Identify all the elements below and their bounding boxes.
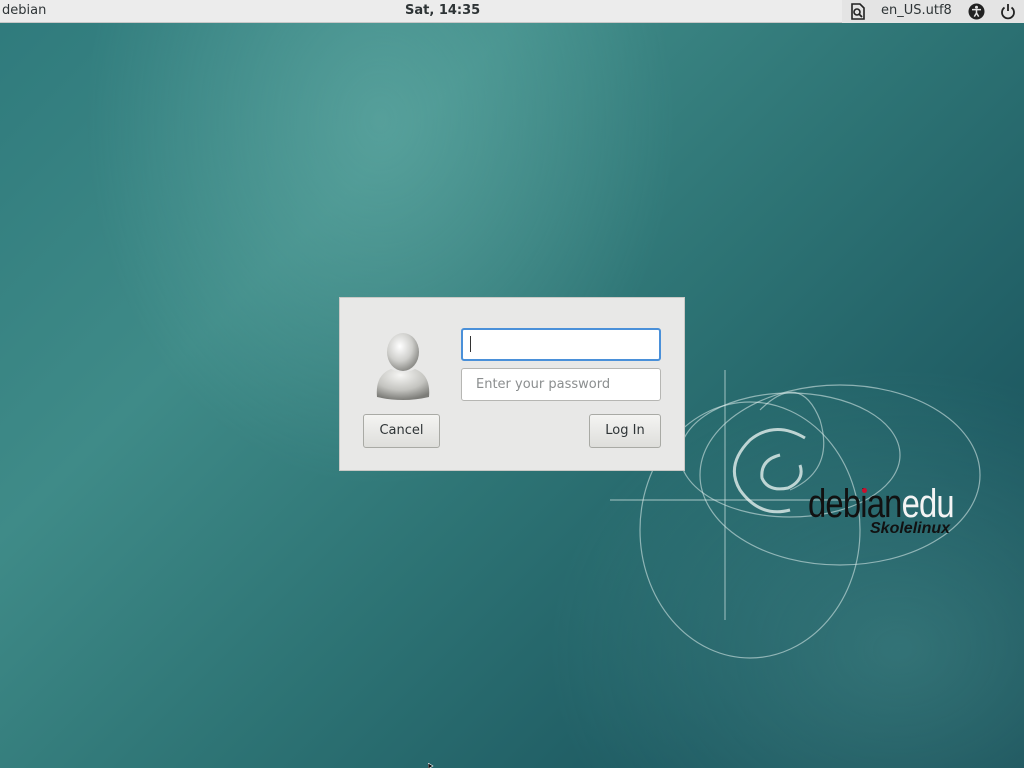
locale-selector[interactable]: en_US.utf8 (881, 3, 952, 20)
username-input[interactable] (461, 328, 661, 361)
keyboard-layout-icon[interactable] (850, 3, 866, 20)
login-button[interactable]: Log In (589, 414, 661, 448)
mouse-pointer-icon (428, 763, 434, 768)
clock[interactable]: Sat, 14:35 (405, 3, 480, 18)
debianedu-logo: debianedu Skolelinux (808, 484, 986, 537)
system-tray: en_US.utf8 (842, 0, 1024, 23)
top-bar: debian Sat, 14:35 en_US.utf8 (0, 0, 1024, 23)
logo-subtitle: Skolelinux (870, 520, 951, 537)
login-dialog: Cancel Log In (339, 297, 685, 471)
text-cursor (470, 336, 471, 352)
user-avatar-icon (376, 333, 430, 400)
logo-red-dot (862, 488, 867, 493)
cancel-button[interactable]: Cancel (363, 414, 440, 448)
hostname-label: debian (2, 3, 47, 18)
power-icon[interactable] (1000, 3, 1016, 20)
password-input[interactable] (461, 368, 661, 401)
accessibility-icon[interactable] (968, 3, 985, 20)
